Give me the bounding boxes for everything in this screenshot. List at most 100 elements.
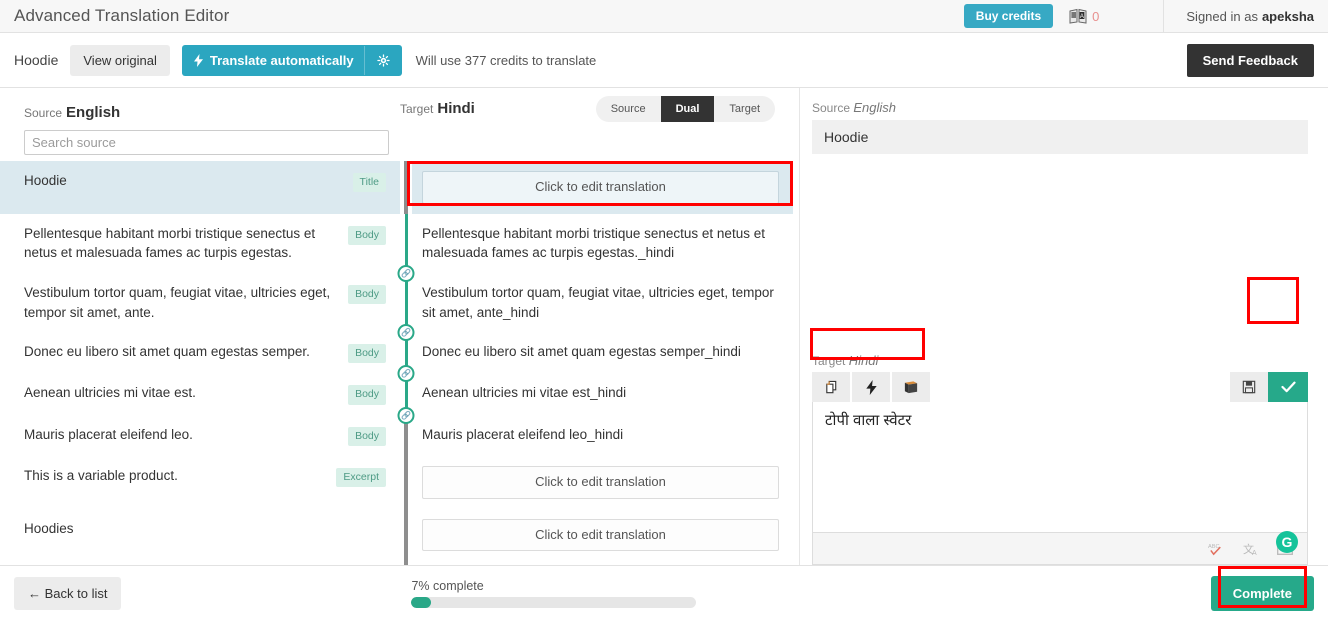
edit-translation-placeholder[interactable]: Click to edit translation	[422, 518, 779, 552]
link-icon[interactable]: 🔗	[397, 406, 415, 424]
target-language-value: Hindi	[437, 100, 475, 117]
search-input[interactable]	[24, 130, 389, 155]
edit-translation-placeholder[interactable]: Click to edit translation	[422, 171, 779, 204]
editor-source-label: Source English	[812, 100, 1308, 115]
source-language-value: English	[66, 103, 121, 121]
segment-source-cell[interactable]: Pellentesque habitant morbi tristique se…	[0, 214, 400, 273]
send-feedback-button[interactable]: Send Feedback	[1186, 43, 1314, 77]
segment-type-badge: Body	[348, 284, 386, 305]
back-to-list-button[interactable]: ← Back to list	[14, 576, 122, 610]
confirm-translation-button[interactable]	[1268, 372, 1308, 402]
segment-list-pane: Source English Target Hindi Source Dual Ta…	[0, 88, 800, 565]
segment-row[interactable]: Vestibulum tortor quam, feugiat vitae, u…	[0, 272, 799, 342]
buy-credits-button[interactable]: Buy credits	[963, 4, 1054, 28]
segment-editor-pane: Source English Hoodie Target Hindi टोपी …	[800, 88, 1328, 565]
segment-target-cell[interactable]: Mauris placerat eleifend leo_hindi	[412, 415, 799, 456]
view-mode-target[interactable]: Target	[714, 96, 775, 122]
complete-button[interactable]: Complete	[1210, 575, 1314, 611]
credits-indicator[interactable]: A 0	[1069, 8, 1099, 24]
segment-target-cell[interactable]: Pellentesque habitant morbi tristique se…	[412, 214, 799, 273]
signed-in-username: apeksha	[1261, 8, 1314, 24]
editor-toolbar	[812, 372, 1308, 402]
translate-icon[interactable]: 文 A	[1243, 542, 1259, 556]
segment-target-cell[interactable]: Aenean ultricies mi vitae est_hindi	[412, 373, 799, 414]
lightning-icon[interactable]	[852, 372, 890, 402]
bottom-bar: ← Back to list 7% complete Complete	[0, 565, 1328, 620]
view-mode-source[interactable]: Source	[596, 96, 661, 122]
grammarly-icon[interactable]: G	[1276, 531, 1298, 553]
progress-section: 7% complete	[411, 578, 697, 608]
segment-source-cell[interactable]: Vestibulum tortor quam, feugiat vitae, u…	[0, 273, 400, 332]
segment-source-cell[interactable]: Aenean ultricies mi vitae est. Body	[0, 373, 400, 414]
segment-source-text: Hoodie	[24, 173, 67, 188]
editor-source-language: English	[853, 100, 897, 115]
gutter-bar	[404, 508, 408, 562]
segment-type-badge: Title	[352, 173, 386, 193]
segment-target-cell[interactable]: Click to edit translation	[412, 161, 799, 214]
segment-target-cell[interactable]: Vestibulum tortor quam, feugiat vitae, u…	[412, 273, 799, 332]
editor-source-label-text: Source	[812, 101, 851, 115]
progress-fill	[411, 596, 432, 608]
segment-pane-header: Source English Target Hindi Source Dual Ta…	[0, 88, 799, 124]
svg-text:A: A	[1252, 550, 1257, 556]
segment-source-text: Aenean ultricies mi vitae est.	[24, 385, 196, 401]
link-icon[interactable]: 🔗	[397, 264, 415, 282]
editor-target-label: Target Hindi	[812, 353, 878, 368]
segment-type-badge: Body	[348, 225, 386, 246]
translate-automatically-button[interactable]: Translate automatically	[181, 44, 402, 76]
gutter-bar	[404, 455, 408, 509]
segment-target-cell[interactable]: Click to edit translation	[412, 456, 799, 509]
signed-in-prefix: Signed in as	[1186, 8, 1258, 24]
signed-in-status: Signed in as apeksha	[1163, 0, 1328, 32]
credits-count: 0	[1092, 8, 1100, 24]
edit-translation-placeholder[interactable]: Click to edit translation	[422, 465, 779, 499]
segment-target-text: Vestibulum tortor quam, feugiat vitae, u…	[422, 284, 774, 320]
copy-icon[interactable]	[812, 372, 850, 402]
view-mode-dual[interactable]: Dual	[660, 96, 715, 122]
segment-row[interactable]: This is a variable product. Excerpt Click …	[0, 455, 799, 509]
search-row	[0, 124, 799, 163]
segment-rows-container[interactable]: Hoodie Title Click to edit translation Pell…	[0, 161, 799, 565]
translate-settings-button[interactable]	[363, 45, 402, 75]
editor-source-text: Hoodie	[812, 120, 1308, 154]
source-label-text: Source	[24, 105, 63, 120]
progress-label: 7% complete	[411, 578, 484, 593]
translation-editor-app: Advanced Translation Editor Buy credits …	[0, 0, 1328, 620]
gutter-bar	[404, 161, 408, 214]
view-original-button[interactable]: View original	[70, 44, 170, 76]
segment-row[interactable]: Pellentesque habitant morbi tristique se…	[0, 213, 799, 282]
view-mode-toggle[interactable]: Source Dual Target	[595, 96, 775, 122]
editor-target-label-text: Target	[812, 354, 846, 368]
segment-source-cell[interactable]: Hoodie Title	[0, 161, 400, 214]
segment-target-text: Aenean ultricies mi vitae est_hindi	[422, 385, 627, 401]
progress-track	[411, 596, 697, 608]
target-text-input[interactable]: टोपी वाला स्वेटर	[812, 402, 1308, 533]
glossary-icon[interactable]	[892, 372, 930, 402]
segment-link-gutter	[400, 455, 412, 509]
link-icon[interactable]: 🔗	[397, 324, 415, 342]
segment-source-text: Hoodies	[24, 520, 74, 536]
scrollbar-track[interactable]	[793, 161, 799, 565]
segment-source-cell[interactable]: This is a variable product. Excerpt	[0, 456, 400, 509]
segment-target-cell[interactable]: Donec eu libero sit amet quam egestas se…	[412, 332, 799, 373]
segment-row[interactable]: Hoodie Title Click to edit translation	[0, 161, 799, 214]
segment-source-cell[interactable]: Mauris placerat eleifend leo. Body	[0, 415, 400, 456]
save-icon[interactable]	[1230, 372, 1268, 402]
segment-source-cell[interactable]: Hoodies	[0, 509, 400, 562]
editor-footer: ABC 文 A	[812, 533, 1308, 565]
segment-type-badge: Body	[348, 426, 386, 446]
target-language-label: Target Hindi	[400, 100, 475, 117]
segment-target-text: Donec eu libero sit amet quam egestas se…	[422, 344, 741, 360]
link-icon[interactable]: 🔗	[397, 365, 415, 383]
segment-source-text: Donec eu libero sit amet quam egestas se…	[24, 344, 310, 360]
segment-type-badge: Body	[348, 385, 386, 405]
segment-link-gutter	[400, 508, 412, 562]
segment-target-cell[interactable]: Click to edit translation	[412, 509, 799, 562]
segment-row[interactable]: Hoodies Click to edit translation	[0, 508, 799, 562]
spellcheck-icon[interactable]: ABC	[1208, 542, 1225, 556]
credits-usage-note: Will use 377 credits to translate	[415, 52, 597, 68]
source-language-label: Source English	[24, 104, 120, 121]
segment-source-cell[interactable]: Donec eu libero sit amet quam egestas se…	[0, 332, 400, 373]
lightning-icon	[193, 53, 203, 67]
svg-text:A: A	[1080, 14, 1084, 20]
